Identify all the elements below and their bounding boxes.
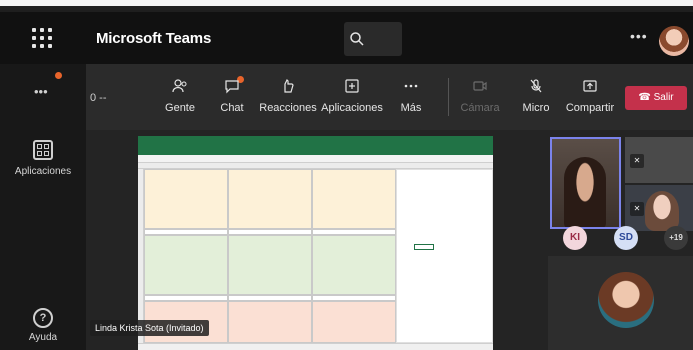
help-icon[interactable]: ?: [33, 308, 53, 328]
meeting-area: 0 -- Gente Chat Reacciones Aplicaciones: [86, 64, 693, 350]
mic-off-icon: ✕: [630, 154, 644, 168]
reactions-button[interactable]: Reacciones: [258, 78, 318, 114]
meeting-toolbar: 0 -- Gente Chat Reacciones Aplicaciones: [86, 64, 693, 130]
participant-tile-large[interactable]: [548, 256, 693, 350]
reactions-icon: [284, 78, 294, 93]
notification-dot: [55, 72, 62, 79]
sheet-cell: [312, 301, 396, 343]
camera-off-icon: [473, 81, 487, 91]
sheet-cell: [228, 235, 312, 295]
participant-video: [645, 191, 679, 231]
excel-ribbon: [138, 146, 493, 155]
chat-icon: [225, 80, 239, 94]
participant-tile[interactable]: ✕: [625, 185, 693, 231]
phone-hangup-icon: ☎: [638, 92, 654, 103]
title-bar: Microsoft Teams •••: [0, 12, 693, 64]
participant-initials[interactable]: KI: [563, 226, 587, 250]
leave-button[interactable]: ☎ Salir: [625, 86, 687, 110]
camera-label: Cámara: [460, 102, 500, 114]
left-rail: ••• Aplicaciones ? Ayuda: [0, 64, 86, 350]
presenter-name-tag: Linda Krista Sota (Invitado): [90, 320, 209, 336]
share-label: Compartir: [565, 102, 615, 114]
apps-button[interactable]: Aplicaciones: [320, 78, 384, 114]
sheet-cell: [312, 235, 396, 295]
apps-label: Aplicaciones: [321, 102, 383, 114]
chat-button[interactable]: Chat: [202, 78, 262, 114]
more-participants-count[interactable]: +19: [664, 226, 688, 250]
excel-title-bar: [138, 136, 493, 146]
more-icon: [404, 84, 418, 88]
reactions-label: Reacciones: [259, 102, 317, 114]
excel-status-bar: [138, 343, 493, 350]
share-button[interactable]: Compartir: [562, 78, 618, 114]
sheet-cell: [228, 169, 312, 229]
rail-help-label[interactable]: Ayuda: [0, 332, 86, 343]
search-icon: [350, 32, 364, 46]
app-title: Microsoft Teams: [96, 30, 212, 47]
user-avatar[interactable]: [659, 26, 689, 56]
sheet-cell: [144, 169, 228, 229]
shared-screen[interactable]: [138, 136, 493, 350]
rail-more-icon[interactable]: •••: [34, 84, 48, 99]
mic-off-icon: ✕: [630, 202, 644, 216]
participant-video: [564, 157, 606, 227]
mic-label: Micro: [522, 102, 550, 114]
sheet-cell: [144, 235, 228, 295]
toolbar-separator: [448, 78, 449, 116]
mic-off-icon: [530, 79, 542, 93]
mic-button[interactable]: Micro: [506, 78, 566, 114]
more-options-icon[interactable]: •••: [630, 28, 648, 44]
participant-initials[interactable]: SD: [614, 226, 638, 250]
leave-label: Salir: [653, 92, 674, 103]
share-icon: [583, 80, 597, 92]
apps-icon[interactable]: [33, 140, 53, 160]
sheet-empty-area: [396, 169, 493, 343]
chat-label: Chat: [220, 102, 244, 114]
participant-video-main[interactable]: [550, 137, 621, 229]
app-launcher-icon[interactable]: [30, 26, 54, 50]
camera-button[interactable]: Cámara: [454, 78, 506, 114]
add-apps-icon: [345, 79, 359, 93]
selected-cell: [414, 244, 434, 250]
rail-apps-label[interactable]: Aplicaciones: [0, 166, 86, 177]
people-icon: [172, 79, 187, 93]
participant-tile[interactable]: ✕: [625, 137, 693, 183]
sheet-cell: [312, 169, 396, 229]
participant-avatar: [598, 272, 654, 328]
meeting-timer: 0 --: [90, 92, 107, 104]
more-button[interactable]: Más: [383, 78, 439, 114]
people-button[interactable]: Gente: [150, 78, 210, 114]
sheet-cell: [228, 301, 312, 343]
people-label: Gente: [165, 102, 195, 114]
excel-formula-bar: [138, 155, 493, 163]
teams-window: Microsoft Teams ••• ••• Aplicaciones ? A…: [0, 0, 693, 350]
more-label: Más: [400, 102, 422, 114]
search-button[interactable]: [344, 22, 402, 56]
